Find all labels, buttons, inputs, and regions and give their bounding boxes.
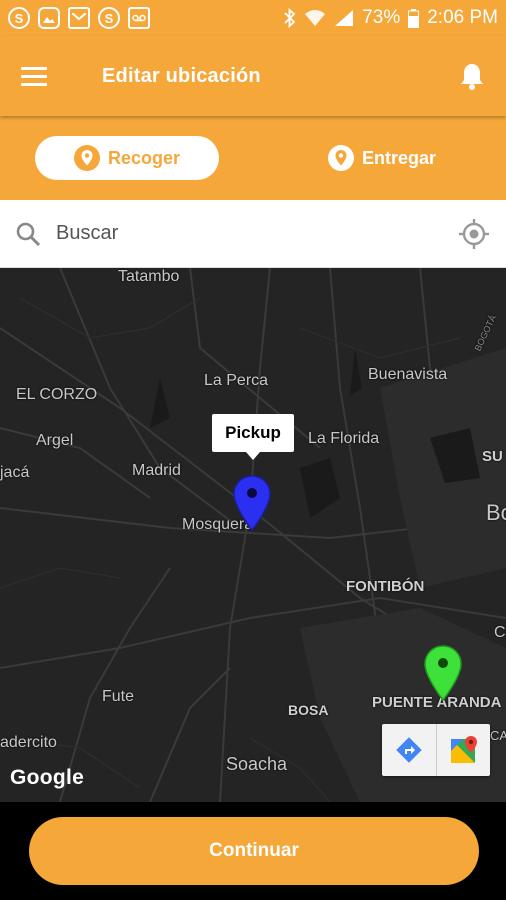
bluetooth-icon: [284, 8, 296, 28]
search-bar: [0, 200, 506, 268]
map-toolbar: [382, 724, 490, 776]
notification-icons: S S: [8, 7, 150, 29]
map-label: Tatambo: [118, 268, 180, 285]
status-bar: S S 73% 2:06 PM: [0, 0, 506, 36]
battery-icon: [408, 8, 420, 28]
mode-toggle: Recoger Entregar: [0, 116, 506, 200]
tab-deliver[interactable]: Entregar: [290, 136, 474, 180]
app-bar: Editar ubicación: [0, 36, 506, 116]
mail-icon: [68, 7, 90, 29]
location-pin-icon: [327, 145, 354, 171]
tab-pickup-label: Recoger: [107, 147, 181, 168]
notifications-button[interactable]: [438, 36, 506, 116]
map-label: adercito: [0, 734, 57, 751]
clock: 2:06 PM: [427, 7, 498, 28]
my-location-button[interactable]: [442, 218, 506, 250]
bell-icon: [461, 64, 483, 90]
map-label: jacá: [0, 464, 30, 481]
pickup-pin-icon[interactable]: [232, 474, 272, 532]
page-title: Editar ubicación: [102, 64, 261, 87]
google-maps-icon: [450, 736, 477, 763]
wifi-icon: [305, 10, 326, 26]
tab-deliver-label: Entregar: [361, 147, 437, 168]
search-input[interactable]: [56, 213, 442, 254]
voicemail-icon: [128, 7, 150, 29]
dropoff-pin-icon[interactable]: [423, 644, 463, 702]
google-logo: Google: [10, 766, 85, 789]
map-label: C: [494, 624, 506, 641]
map-label: Buenavista: [368, 366, 448, 383]
footer: Continuar: [0, 802, 506, 900]
map-label: CA: [490, 728, 506, 743]
map-label: Fute: [102, 688, 135, 705]
map-roads: [0, 268, 506, 802]
skype-icon: S: [8, 7, 30, 29]
directions-icon: [396, 737, 422, 763]
map-label: Soacha: [226, 754, 288, 774]
continue-button[interactable]: Continuar: [29, 817, 479, 885]
pickup-marker-label: Pickup: [212, 414, 294, 460]
tab-pickup[interactable]: Recoger: [35, 136, 219, 180]
battery-percent: 73%: [362, 7, 401, 28]
directions-button[interactable]: [382, 724, 436, 776]
map-label: La Perca: [204, 372, 269, 389]
map-label: Madrid: [132, 462, 181, 479]
menu-button[interactable]: [0, 36, 68, 116]
location-pin-icon: [73, 145, 100, 171]
map-label: FONTIBÓN: [346, 578, 425, 595]
map-label: BOSA: [288, 702, 329, 718]
crosshair-icon: [459, 218, 489, 249]
image-icon: [38, 7, 60, 29]
map-label: EL CORZO: [16, 386, 98, 403]
map-view[interactable]: Tatambo La Perca Buenavista EL CORZO Arg…: [0, 268, 506, 802]
open-in-maps-button[interactable]: [436, 724, 490, 776]
map-label: SU: [482, 448, 503, 465]
hamburger-icon: [21, 62, 47, 91]
signal-icon: [335, 10, 354, 26]
map-label: La Florida: [308, 430, 380, 447]
skype-icon: S: [98, 7, 120, 29]
map-label: Argel: [36, 432, 74, 449]
map-label: Bo: [486, 500, 506, 525]
search-icon: [0, 221, 56, 247]
